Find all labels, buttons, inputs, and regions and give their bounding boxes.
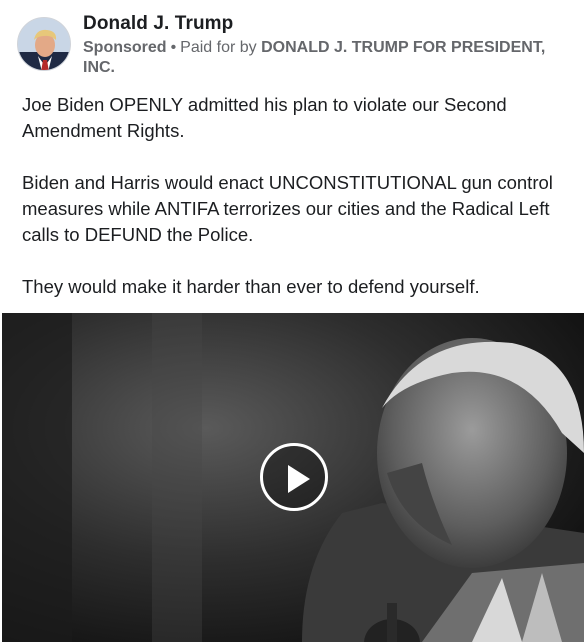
avatar[interactable] — [17, 17, 71, 71]
play-icon — [288, 465, 310, 493]
body-paragraph: They would make it harder than ever to d… — [22, 276, 480, 297]
sponsored-label[interactable]: Sponsored — [83, 39, 167, 56]
paid-for-prefix: Paid for by — [180, 39, 257, 56]
page-name[interactable]: Donald J. Trump — [83, 13, 233, 35]
sponsored-meta: Sponsored • Paid for by DONALD J. TRUMP FO… — [83, 38, 563, 78]
post-body: Joe Biden OPENLY admitted his plan to vi… — [22, 92, 572, 300]
body-paragraph: Joe Biden OPENLY admitted his plan to vi… — [22, 94, 507, 141]
video-player[interactable] — [2, 313, 584, 642]
dot-separator: • — [170, 39, 177, 56]
body-paragraph: Biden and Harris would enact UNCONSTITUT… — [22, 172, 553, 245]
sponsored-post: Donald J. Trump Sponsored • Paid for by DO… — [0, 0, 586, 642]
post-header: Donald J. Trump Sponsored • Paid for by DO… — [15, 12, 576, 82]
profile-photo — [18, 18, 70, 70]
play-button[interactable] — [260, 443, 328, 511]
